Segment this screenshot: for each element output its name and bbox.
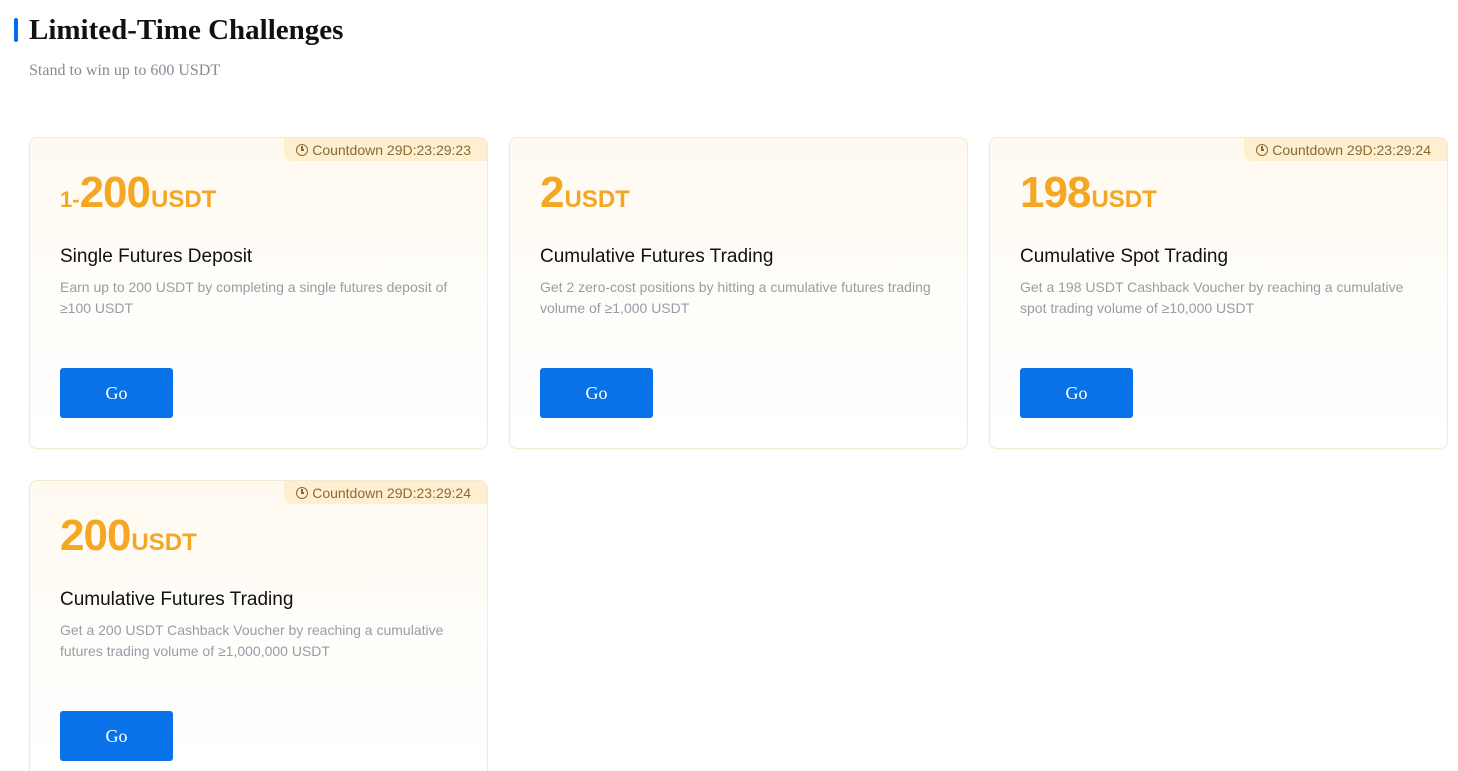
reward-amount: 200USDT	[60, 511, 197, 571]
reward-amount: 2USDT	[540, 168, 630, 228]
go-button[interactable]: Go	[60, 711, 173, 761]
task-title: Cumulative Spot Trading	[1020, 246, 1229, 267]
reward-unit: USDT	[564, 186, 630, 213]
challenge-card-4: Countdown 29D:23:29:24 200USDT Cumulativ…	[29, 480, 488, 771]
challenge-card-1: Countdown 29D:23:29:23 1-200USDT Single …	[29, 137, 488, 449]
countdown-text: Countdown 29D:23:29:23	[312, 141, 471, 158]
title-accent-bar	[14, 18, 18, 42]
reward-value: 200	[79, 168, 151, 217]
reward-amount: 198USDT	[1020, 168, 1157, 228]
task-description: Get a 198 USDT Cashback Voucher by reach…	[1020, 279, 1404, 316]
task-title: Cumulative Futures Trading	[60, 589, 294, 610]
task-description: Get a 200 USDT Cashback Voucher by reach…	[60, 622, 444, 659]
go-button[interactable]: Go	[60, 368, 173, 418]
countdown-badge: Countdown 29D:23:29:24	[284, 481, 487, 504]
countdown-text: Countdown 29D:23:29:24	[312, 484, 471, 501]
task-title: Cumulative Futures Trading	[540, 246, 774, 267]
reward-unit: USDT	[1091, 186, 1157, 213]
task-description: Get 2 zero-cost positions by hitting a c…	[540, 279, 931, 316]
clock-icon	[296, 486, 309, 499]
task-description: Earn up to 200 USDT by completing a sing…	[60, 279, 448, 316]
countdown-badge: Countdown 29D:23:29:24	[1244, 138, 1447, 161]
clock-icon	[1256, 143, 1269, 156]
reward-value: 2	[540, 168, 565, 217]
go-button[interactable]: Go	[1020, 368, 1133, 418]
reward-amount: 1-200USDT	[60, 168, 216, 228]
challenge-card-2: 2USDT Cumulative Futures Trading Get 2 z…	[509, 137, 968, 449]
reward-unit: USDT	[150, 186, 217, 213]
countdown-badge: Countdown 29D:23:29:23	[284, 138, 487, 161]
reward-unit: USDT	[131, 529, 197, 556]
page-subtitle: Stand to win up to 600 USDT	[29, 62, 221, 79]
task-title: Single Futures Deposit	[60, 246, 253, 267]
go-button[interactable]: Go	[540, 368, 653, 418]
clock-icon	[296, 143, 309, 156]
reward-value: 198	[1020, 168, 1091, 217]
challenge-card-3: Countdown 29D:23:29:24 198USDT Cumulativ…	[989, 137, 1448, 449]
countdown-text: Countdown 29D:23:29:24	[1272, 141, 1431, 158]
reward-value: 200	[60, 511, 131, 560]
page-title: Limited-Time Challenges	[29, 14, 344, 46]
reward-prefix: 1-	[60, 187, 80, 212]
